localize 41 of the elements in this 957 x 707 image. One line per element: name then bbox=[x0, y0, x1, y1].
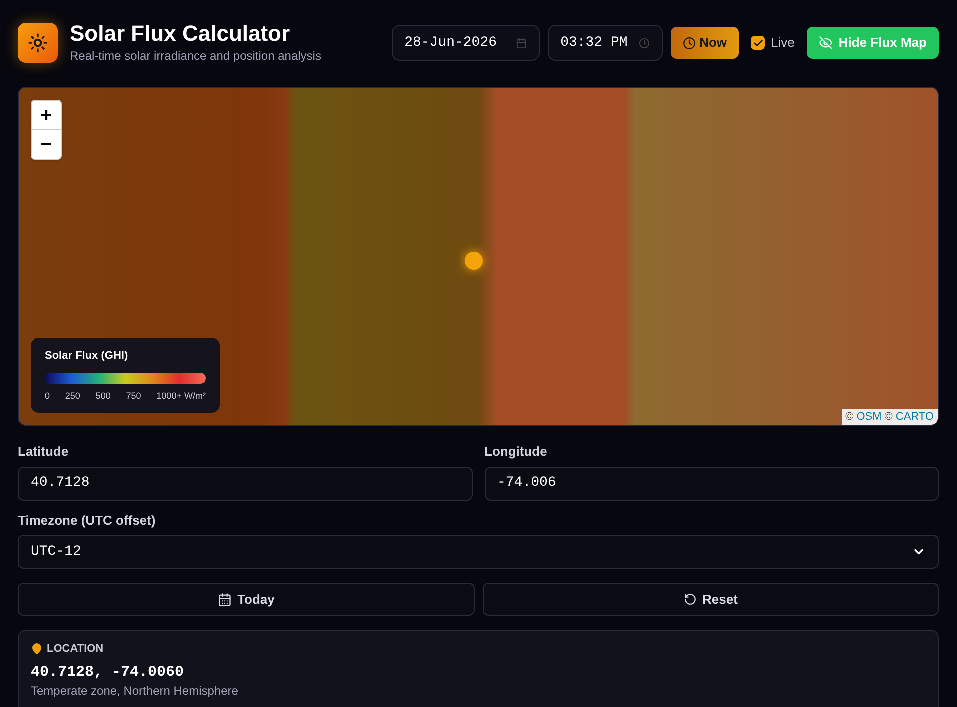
legend-tick: 1000+ W/m² bbox=[156, 390, 206, 402]
zoom-in-button[interactable]: + bbox=[32, 101, 61, 130]
map-pin-icon bbox=[31, 643, 43, 656]
coordinates-text: 40.7128, -74.0060 bbox=[31, 664, 186, 682]
app-title: Solar Flux Calculator bbox=[70, 21, 292, 47]
calendar-icon bbox=[516, 38, 527, 48]
date-field[interactable]: 28-Jun-2026 bbox=[392, 25, 540, 61]
live-label: Live bbox=[771, 34, 795, 52]
zone-description: Temperate zone, Northern Hemisphere bbox=[31, 684, 240, 698]
coordinate-input[interactable]: -74.006 bbox=[484, 466, 939, 500]
sun-icon bbox=[28, 33, 48, 53]
field-label: Longitude bbox=[484, 443, 548, 461]
reset-button[interactable]: Reset bbox=[482, 583, 939, 616]
field-label: Latitude bbox=[18, 443, 70, 461]
legend-tick: 750 bbox=[126, 390, 142, 402]
reset-icon bbox=[684, 593, 697, 606]
now-button[interactable]: Now bbox=[670, 27, 740, 59]
attribution-text: © bbox=[846, 410, 854, 424]
check-icon bbox=[752, 38, 764, 48]
coordinate-input[interactable]: 40.7128 bbox=[18, 466, 472, 500]
timezone-select[interactable]: UTC-12 bbox=[18, 535, 939, 569]
card-heading: LOCATION bbox=[47, 642, 104, 657]
location-marker[interactable] bbox=[465, 252, 483, 270]
legend-tick: 250 bbox=[65, 390, 80, 402]
legend-title: Solar Flux (GHI) bbox=[45, 349, 130, 364]
time-field[interactable]: 03:32 PM bbox=[548, 25, 663, 61]
live-checkbox[interactable] bbox=[751, 36, 766, 50]
calendar-icon bbox=[218, 592, 232, 606]
clock-icon bbox=[682, 36, 696, 50]
osm-link[interactable]: OSM bbox=[856, 408, 882, 425]
eye-off-icon bbox=[818, 36, 833, 50]
legend-tick: 500 bbox=[96, 390, 111, 402]
clock-icon bbox=[638, 38, 650, 48]
today-button[interactable]: Today bbox=[18, 583, 474, 616]
flux-map[interactable]: + − Solar Flux (GHI) 0 250 500 750 1000+ W/m² © OSM © CARTO bbox=[18, 87, 939, 426]
app-subtitle: Real-time solar irradiance and position analysis bbox=[70, 48, 322, 65]
field-label: Timezone (UTC offset) bbox=[18, 512, 157, 530]
carto-link[interactable]: CARTO bbox=[896, 408, 934, 425]
legend-tick: 0 bbox=[45, 390, 50, 402]
attribution-text: © bbox=[884, 410, 893, 424]
zoom-out-button[interactable]: − bbox=[32, 130, 61, 159]
